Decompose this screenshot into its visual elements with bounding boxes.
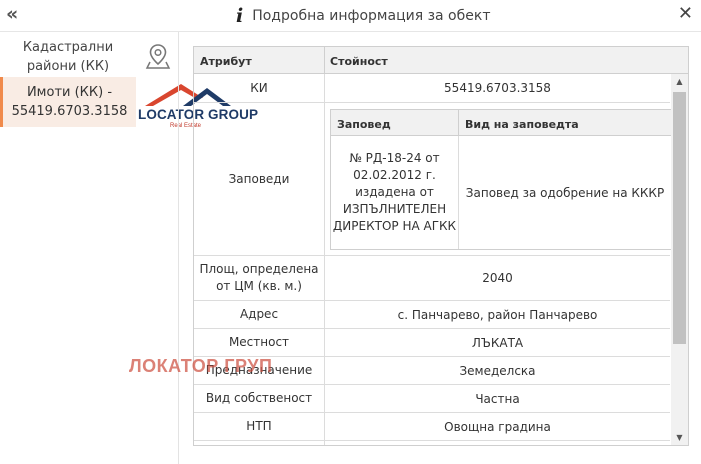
orders-table: Заповед Вид на заповедта № РД-18-24 от 0… [330, 109, 672, 250]
sidebar: Кадастрални райони (КК) Имоти (КК) - 554… [0, 32, 136, 464]
row-value: 2040 [482, 271, 513, 285]
sidebar-item-properties[interactable]: Имоти (КК) - 55419.6703.3158 [0, 77, 136, 127]
sidebar-item-label-text: Имоти (КК) - 55419.6703.3158 [11, 85, 128, 119]
table-row: НТП Овощна градина [194, 413, 670, 441]
table-row: КИ 55419.6703.3158 [194, 74, 670, 103]
column-divider [458, 110, 459, 136]
column-header-order[interactable]: Заповед [337, 118, 391, 131]
watermark: ЛОКАТОР ГРУП [129, 356, 273, 376]
column-header-value[interactable]: Стойност [330, 55, 388, 68]
row-value: с. Панчарево, район Панчарево [397, 307, 598, 322]
row-value: Овощна градина [444, 419, 551, 434]
row-attribute: Вид собственост [205, 391, 313, 405]
scroll-down-icon[interactable]: ▼ [671, 430, 688, 445]
table-row: Заповеди Заповед Вид на заповедта № РД-1… [194, 103, 672, 256]
column-header-order-type[interactable]: Вид на заповедта [465, 118, 579, 131]
row-attribute: Площ, определена от ЦМ (кв. м.) [199, 262, 319, 293]
row-attribute: Адрес [239, 307, 279, 321]
row-attribute: НТП [246, 419, 272, 433]
scroll-up-icon[interactable]: ▲ [671, 74, 688, 90]
double-chevron-left-icon[interactable]: « [6, 3, 18, 25]
order-cell: № РД-18-24 от 02.02.2012 г. издадена от … [332, 151, 457, 233]
vertical-scrollbar[interactable]: ▲ ▼ [671, 74, 688, 445]
orders-table-header: Заповед Вид на заповедта [331, 110, 671, 136]
window-title: i Подробна информация за обект [236, 5, 490, 27]
window-titlebar: « i Подробна информация за обект ✕ [0, 0, 701, 32]
sidebar-divider [178, 32, 179, 464]
scrollbar-thumb[interactable] [673, 92, 686, 344]
table-row: Площ, определена от ЦМ (кв. м.) 2040 [194, 256, 670, 301]
row-attribute: Заповеди [228, 171, 290, 186]
row-attribute: КИ [250, 80, 268, 95]
info-icon: i [236, 5, 244, 27]
sidebar-item-label-text: Кадастрални райони (КК) [22, 39, 114, 74]
row-value: 55419.6703.3158 [444, 81, 551, 95]
window-title-text: Подробна информация за обект [252, 8, 491, 24]
sidebar-item-label: Кадастрални райони (КК) [23, 38, 113, 76]
table-row: Вид собственост Частна [194, 385, 670, 413]
map-pin-icon[interactable] [145, 43, 171, 74]
table-row: Местност ЛЪКАТА [194, 329, 670, 357]
table-row: Адрес с. Панчарево, район Панчарево [194, 301, 670, 329]
order-type-cell: Заповед за одобрение на КККР [465, 185, 665, 200]
sidebar-item-cadastral-districts[interactable]: Кадастрални райони (КК) [0, 32, 136, 77]
row-attribute: Местност [228, 335, 290, 349]
attribute-table: Атрибут Стойност КИ 55419.6703.3158 Запо… [193, 46, 689, 446]
table-header: Атрибут Стойност [194, 47, 688, 74]
row-value: ЛЪКАТА [471, 335, 524, 350]
column-header-attribute[interactable]: Атрибут [200, 55, 252, 68]
column-divider [324, 47, 325, 74]
row-value: Земеделска [459, 363, 536, 378]
row-value: Частна [475, 391, 520, 406]
close-icon[interactable]: ✕ [678, 3, 693, 25]
